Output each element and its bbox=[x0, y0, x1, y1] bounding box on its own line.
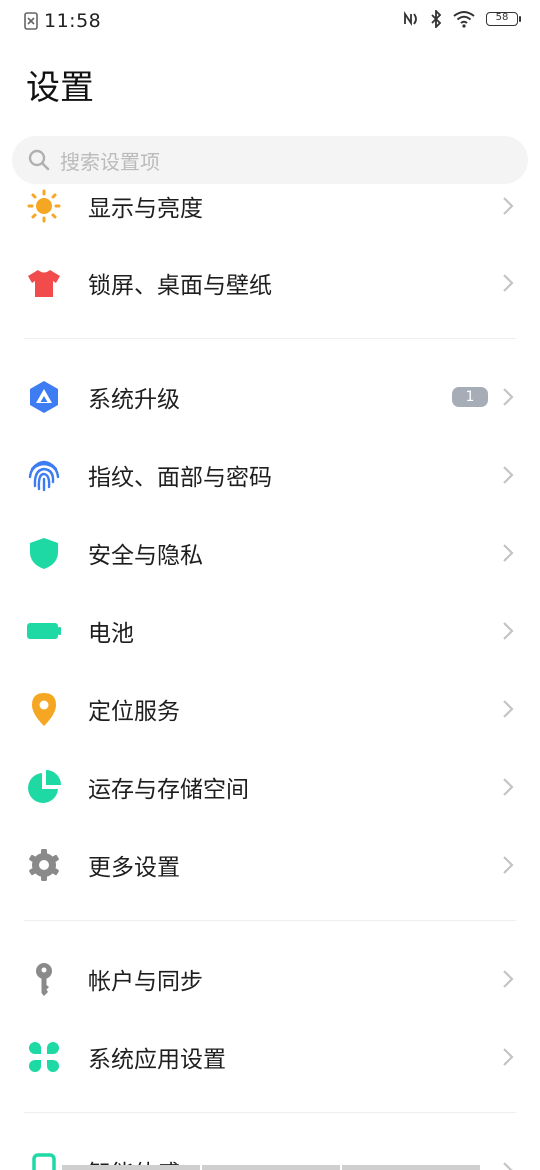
chevron-right-icon bbox=[503, 388, 514, 406]
chevron-right-icon bbox=[503, 778, 514, 796]
settings-item-label: 电池 bbox=[88, 621, 134, 647]
phone-icon bbox=[26, 1153, 62, 1170]
tshirt-icon bbox=[26, 265, 62, 301]
settings-item-label: 显示与亮度 bbox=[88, 196, 203, 222]
chevron-right-icon bbox=[503, 466, 514, 484]
apps-grid-icon bbox=[26, 1039, 62, 1075]
settings-item-lockscreen[interactable]: 锁屏、桌面与壁纸 bbox=[0, 244, 540, 322]
settings-item-system-update[interactable]: 系统升级 1 bbox=[0, 358, 540, 436]
gesture-bar-right[interactable] bbox=[342, 1165, 480, 1170]
settings-item-label: 定位服务 bbox=[88, 699, 180, 725]
status-left: 11:58 bbox=[24, 10, 101, 32]
settings-item-label: 帐户与同步 bbox=[88, 969, 203, 995]
chevron-right-icon bbox=[503, 544, 514, 562]
chevron-right-icon bbox=[503, 1048, 514, 1066]
chevron-right-icon bbox=[503, 700, 514, 718]
group-divider bbox=[24, 338, 516, 339]
settings-item-label: 锁屏、桌面与壁纸 bbox=[88, 273, 272, 299]
location-pin-icon bbox=[26, 691, 62, 727]
chevron-right-icon bbox=[503, 622, 514, 640]
system-update-icon bbox=[26, 379, 62, 415]
settings-item-label: 运存与存储空间 bbox=[88, 777, 249, 803]
update-count-badge: 1 bbox=[452, 387, 488, 407]
settings-item-accounts[interactable]: 帐户与同步 bbox=[0, 940, 540, 1018]
search-placeholder: 搜索设置项 bbox=[60, 149, 160, 174]
fingerprint-icon bbox=[26, 457, 62, 493]
key-icon bbox=[26, 961, 62, 997]
chevron-right-icon bbox=[503, 197, 514, 215]
search-icon bbox=[28, 149, 50, 171]
pie-chart-icon bbox=[26, 769, 62, 805]
settings-item-more[interactable]: 更多设置 bbox=[0, 826, 540, 904]
chevron-right-icon bbox=[503, 856, 514, 874]
settings-item-fingerprint[interactable]: 指纹、面部与密码 bbox=[0, 436, 540, 514]
gesture-bar-middle[interactable] bbox=[202, 1165, 340, 1170]
chevron-right-icon bbox=[503, 970, 514, 988]
sun-icon bbox=[26, 188, 62, 224]
status-time: 11:58 bbox=[44, 10, 102, 32]
wifi-icon bbox=[453, 11, 475, 28]
search-bar[interactable]: 搜索设置项 bbox=[12, 136, 528, 184]
chevron-right-icon bbox=[503, 274, 514, 292]
settings-item-label: 安全与隐私 bbox=[88, 543, 203, 569]
status-bar: 11:58 58 bbox=[0, 0, 540, 44]
settings-item-location[interactable]: 定位服务 bbox=[0, 670, 540, 748]
group-divider bbox=[24, 920, 516, 921]
gear-icon bbox=[26, 847, 62, 883]
notification-icon bbox=[24, 12, 38, 30]
group-divider bbox=[24, 1112, 516, 1113]
nfc-icon bbox=[404, 11, 417, 26]
settings-item-label: 指纹、面部与密码 bbox=[88, 465, 272, 491]
settings-item-storage[interactable]: 运存与存储空间 bbox=[0, 748, 540, 826]
settings-item-display[interactable]: 显示与亮度 bbox=[0, 184, 540, 245]
status-right: 58 bbox=[402, 10, 521, 28]
battery-level: 58 bbox=[495, 12, 509, 23]
chevron-right-icon bbox=[503, 1162, 513, 1170]
gesture-bar[interactable] bbox=[62, 1165, 480, 1170]
gesture-bar-left[interactable] bbox=[62, 1165, 200, 1170]
battery-icon: 58 bbox=[486, 12, 521, 26]
settings-item-label: 系统应用设置 bbox=[88, 1047, 226, 1073]
battery-icon bbox=[26, 613, 62, 649]
settings-item-label: 系统升级 bbox=[88, 387, 180, 413]
shield-icon bbox=[26, 535, 62, 571]
bluetooth-icon bbox=[431, 10, 442, 28]
page-title: 设置 bbox=[26, 68, 94, 108]
settings-item-security[interactable]: 安全与隐私 bbox=[0, 514, 540, 592]
settings-item-battery[interactable]: 电池 bbox=[0, 592, 540, 670]
settings-item-label: 更多设置 bbox=[88, 855, 180, 881]
settings-list: 显示与亮度 锁屏、桌面与壁纸 系统升级 1 指纹、面部与密码 安全与隐私 电池 … bbox=[0, 184, 540, 1170]
settings-item-system-apps[interactable]: 系统应用设置 bbox=[0, 1018, 540, 1096]
